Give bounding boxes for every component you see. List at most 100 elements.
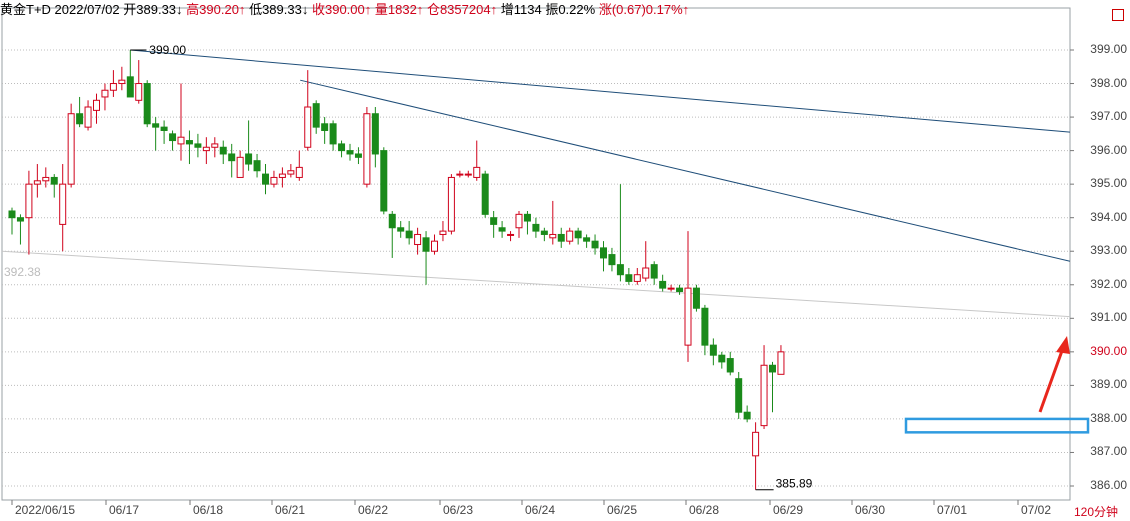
candle-body — [346, 150, 354, 155]
candle-body — [16, 217, 24, 222]
candle-body — [185, 140, 193, 145]
candle-body — [93, 99, 100, 111]
time-tick-label: 07/02 — [1021, 503, 1052, 517]
time-tick-label: 06/29 — [773, 503, 804, 517]
candle-body — [101, 89, 109, 98]
candle-body — [397, 227, 405, 232]
price-tick-label: 393.00 — [1090, 243, 1127, 258]
open-label: 开 — [123, 2, 137, 17]
candle-body — [59, 183, 67, 225]
price-tick-label: 387.00 — [1090, 444, 1127, 459]
candle-body — [363, 113, 371, 185]
increase-label: 增 — [500, 2, 514, 17]
candle-body — [219, 146, 227, 155]
price-tick-label: 394.00 — [1090, 209, 1127, 224]
candle-body — [769, 364, 776, 373]
candle-body — [726, 358, 734, 373]
candle-body — [422, 237, 430, 252]
change-label: 涨 — [598, 2, 612, 17]
candle-body — [414, 233, 422, 246]
candle-body — [549, 233, 557, 239]
grid-lines — [1, 7, 1074, 505]
candle-body — [321, 123, 329, 131]
candle-body — [25, 183, 33, 219]
time-tick-label: 06/25 — [607, 503, 638, 517]
candle-body — [642, 267, 650, 279]
price-tick-label: 390.00 — [1090, 343, 1127, 358]
support-line — [1, 250, 1071, 318]
candle-body — [160, 126, 168, 131]
candle-body — [152, 123, 160, 128]
candle-body — [135, 83, 143, 101]
candle-body — [126, 76, 134, 98]
candle-body — [118, 79, 126, 85]
candle-body — [557, 233, 565, 242]
candle-body — [608, 254, 616, 266]
candle-body — [591, 240, 599, 249]
candle-body — [67, 113, 75, 185]
candle-body — [447, 176, 455, 232]
candle-body — [515, 213, 523, 229]
time-tick-label: 06/22 — [358, 503, 389, 517]
quote-date: 2022/07/02 — [54, 2, 120, 17]
period-selector[interactable]: 120分钟 — [1074, 503, 1118, 520]
high-label: 399.00 — [149, 43, 186, 57]
candle-body — [236, 156, 244, 178]
candle-body — [692, 287, 700, 309]
candle-body — [194, 143, 202, 148]
candle-body — [202, 146, 210, 152]
candle-body — [625, 274, 633, 282]
candle-body — [481, 173, 489, 215]
candle-body — [600, 247, 607, 259]
amplitude-label: 振 — [545, 2, 559, 17]
price-tick-label: 386.00 — [1090, 478, 1127, 492]
low-label: 低 — [249, 2, 263, 17]
time-tick-label: 06/23 — [443, 503, 474, 517]
time-tick-label: 06/28 — [689, 503, 720, 517]
support-box — [904, 417, 1090, 434]
time-tick-label: 06/30 — [855, 503, 886, 517]
amplitude-value: 0.22% — [558, 2, 596, 17]
candle-body — [312, 103, 320, 128]
candle-body — [760, 364, 768, 427]
candle-body — [228, 153, 236, 162]
change-value: (0.67)0.17%↑ — [611, 2, 690, 17]
volume-label: 量 — [374, 2, 388, 17]
candle-body — [177, 136, 185, 145]
candle-body — [439, 230, 447, 235]
close-label: 收 — [311, 2, 325, 17]
candle-body — [473, 166, 481, 178]
high-value: 390.20↑ — [199, 2, 246, 17]
time-tick-label: 06/24 — [525, 503, 556, 517]
price-tick-label: 396.00 — [1090, 142, 1127, 157]
open-value: 389.33↓ — [136, 2, 183, 17]
candle-body — [684, 287, 692, 346]
candle-body — [752, 431, 760, 457]
candle-body — [270, 176, 278, 185]
candle-body — [566, 230, 574, 242]
candle-body — [380, 150, 388, 212]
candle-body — [143, 83, 151, 125]
candle-body — [777, 351, 785, 375]
time-tick-label: 2022/06/15 — [15, 503, 76, 517]
candle-body — [667, 287, 675, 290]
candle-body — [532, 223, 540, 232]
candle-body — [735, 378, 743, 413]
candle-body — [371, 113, 379, 155]
candle-body — [616, 264, 624, 276]
price-tick-label: 395.00 — [1090, 176, 1127, 191]
price-tick-label: 388.00 — [1090, 410, 1127, 425]
time-tick-label: 06/18 — [193, 503, 224, 517]
candle-body — [659, 280, 667, 289]
candle-body — [507, 233, 515, 236]
candle-body — [50, 176, 58, 185]
price-tick-label: 398.00 — [1090, 75, 1127, 90]
volume-value: 1832↑ — [387, 2, 424, 17]
candle-body — [456, 173, 464, 176]
candle-body — [464, 173, 472, 176]
high-label: 高 — [186, 2, 200, 17]
low-label: 385.89 — [776, 477, 813, 491]
candle-body — [338, 143, 346, 152]
candle-body — [304, 106, 312, 148]
candle-body — [42, 176, 50, 182]
